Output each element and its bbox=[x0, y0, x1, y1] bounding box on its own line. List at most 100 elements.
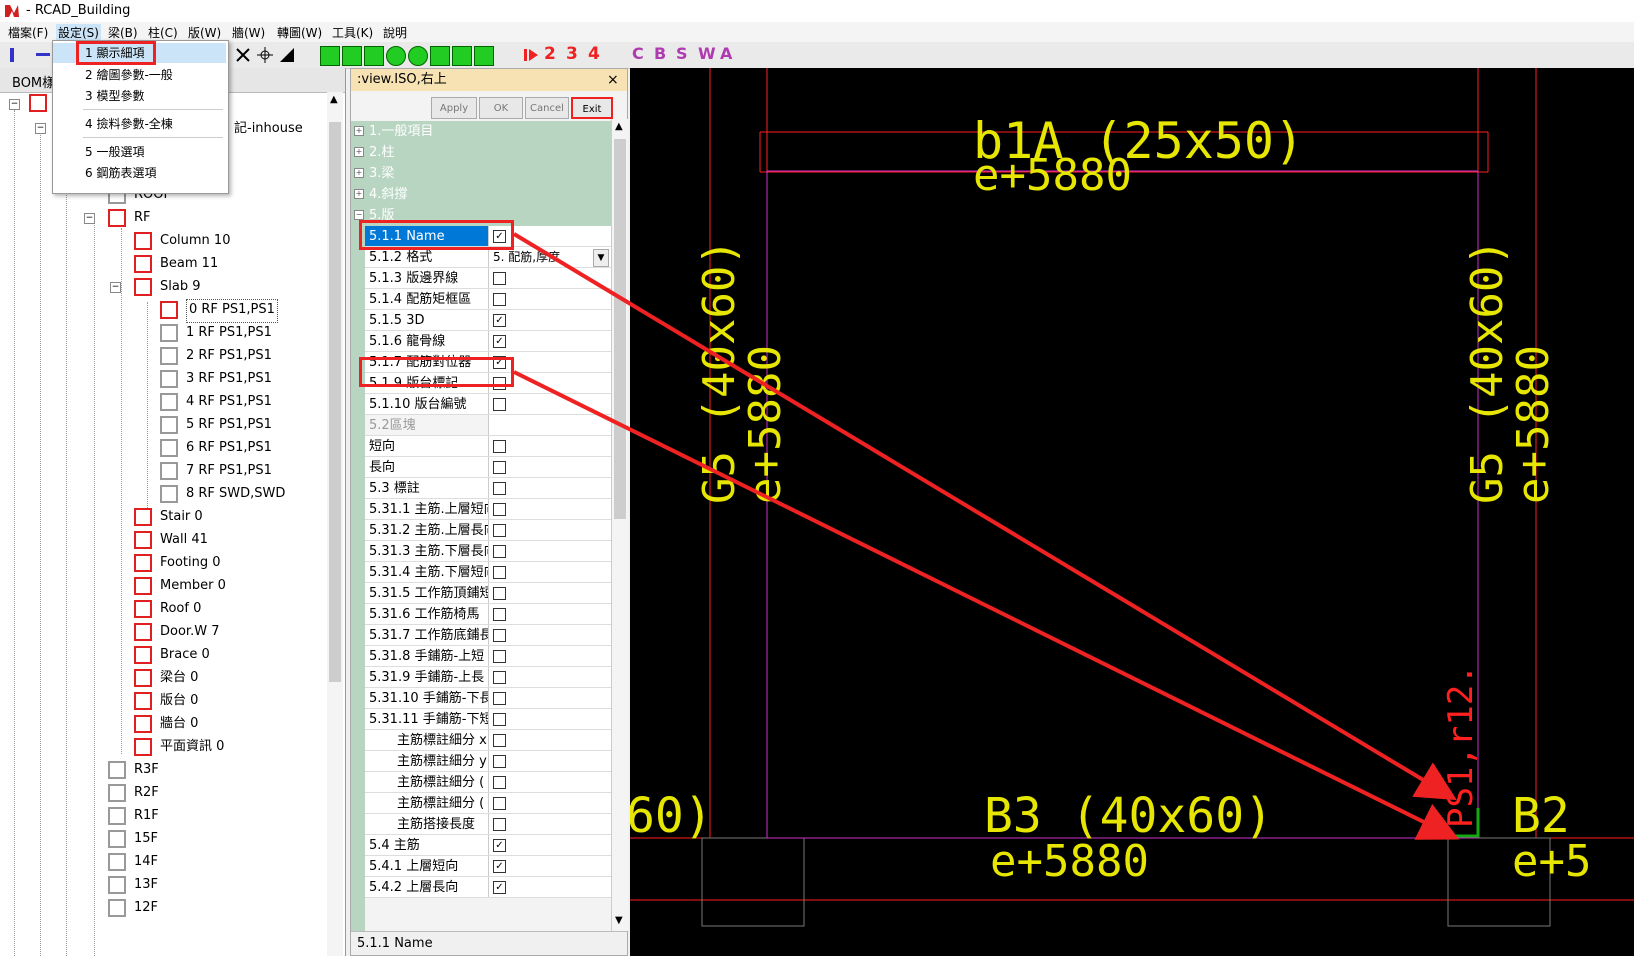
expand-icon[interactable]: + bbox=[354, 126, 364, 136]
property-value[interactable] bbox=[489, 499, 611, 519]
property-value[interactable]: ✓ bbox=[489, 331, 611, 351]
checkbox[interactable] bbox=[493, 608, 506, 621]
property-row[interactable]: 主筋標註細分 x bbox=[365, 730, 611, 751]
cad-canvas[interactable]: b1A (25x50) e+5880 G5 (40x60) e+5880 G5 … bbox=[630, 68, 1634, 956]
property-value[interactable] bbox=[489, 583, 611, 603]
tb-hline-icon[interactable] bbox=[36, 53, 50, 56]
property-value[interactable] bbox=[489, 688, 611, 708]
tree-node-label[interactable]: 3 RF PS1,PS1 bbox=[186, 368, 272, 390]
exit-button[interactable]: Exit bbox=[571, 97, 613, 119]
tb-play-icon[interactable] bbox=[522, 46, 540, 64]
category-row[interactable]: +1.一般項目 bbox=[351, 121, 611, 142]
menu-tools[interactable]: 工具(K) bbox=[332, 24, 373, 41]
property-value[interactable] bbox=[489, 751, 611, 771]
tree-node-label[interactable]: R2F bbox=[134, 782, 159, 804]
expand-icon[interactable]: + bbox=[354, 168, 364, 178]
ok-button[interactable]: OK bbox=[479, 97, 523, 119]
property-value[interactable] bbox=[489, 667, 611, 687]
tree-node-label[interactable]: 版台 0 bbox=[160, 690, 198, 712]
tree-node-label[interactable]: 0 RF PS1,PS1 bbox=[186, 299, 278, 323]
expand-icon[interactable]: − bbox=[354, 210, 364, 220]
tree-node-label[interactable]: 6 RF PS1,PS1 bbox=[186, 437, 272, 459]
tb-vline-icon[interactable] bbox=[10, 48, 14, 62]
tree-node-label[interactable]: 牆台 0 bbox=[160, 713, 198, 735]
checkbox[interactable] bbox=[493, 671, 506, 684]
property-row[interactable]: 5.31.4 主筋.下層短向 bbox=[365, 562, 611, 583]
property-value[interactable] bbox=[489, 604, 611, 624]
apply-button[interactable]: Apply bbox=[431, 97, 477, 119]
tb-green3-icon[interactable] bbox=[364, 46, 384, 66]
tb-4-button[interactable]: 4 bbox=[588, 44, 606, 64]
tree-node-label[interactable]: 梁台 0 bbox=[160, 667, 198, 689]
menu-file[interactable]: 檔案(F) bbox=[8, 24, 48, 41]
property-row[interactable]: 5.3 標註 bbox=[365, 478, 611, 499]
property-row[interactable]: 5.31.10 手鋪筋-下長 bbox=[365, 688, 611, 709]
tree-node-label[interactable]: RF bbox=[134, 207, 151, 229]
property-value[interactable] bbox=[489, 457, 611, 477]
property-row[interactable]: 主筋標註細分 ( bbox=[365, 793, 611, 814]
property-row[interactable]: 5.31.9 手鋪筋-上長 bbox=[365, 667, 611, 688]
checkbox[interactable] bbox=[493, 797, 506, 810]
checkbox[interactable] bbox=[493, 272, 506, 285]
tree-node-label[interactable]: Slab 9 bbox=[160, 276, 201, 298]
property-row[interactable]: 5.4.1 上層短向 ✓ bbox=[365, 856, 611, 877]
dd-item-model-params[interactable]: 3 模型參數 bbox=[53, 86, 226, 106]
property-row[interactable]: 長向 bbox=[365, 457, 611, 478]
tree-node-label[interactable]: Wall 41 bbox=[160, 529, 208, 551]
property-row[interactable]: 主筋搭接長度 bbox=[365, 814, 611, 835]
tree-node-label[interactable]: 8 RF SWD,SWD bbox=[186, 483, 285, 505]
property-row[interactable]: 5.1.4 配筋矩框區 bbox=[365, 289, 611, 310]
property-row[interactable]: 短向 bbox=[365, 436, 611, 457]
menu-help[interactable]: 說明 bbox=[383, 24, 407, 41]
property-value[interactable] bbox=[489, 268, 611, 288]
property-row[interactable]: 5.31.3 主筋.下層長向 bbox=[365, 541, 611, 562]
tree-node-label[interactable]: Brace 0 bbox=[160, 644, 210, 666]
tree-node-label[interactable]: Stair 0 bbox=[160, 506, 203, 528]
property-row[interactable]: 主筋標註細分 y bbox=[365, 751, 611, 772]
close-icon[interactable]: × bbox=[607, 69, 619, 91]
tb-b-button[interactable]: B bbox=[654, 44, 672, 63]
property-row[interactable]: 5.1.10 版台編號 bbox=[365, 394, 611, 415]
checkbox[interactable]: ✓ bbox=[493, 881, 506, 894]
property-value[interactable] bbox=[489, 814, 611, 834]
property-row[interactable]: 5.4.2 上層長向 ✓ bbox=[365, 877, 611, 898]
tree-collapse-icon[interactable]: − bbox=[110, 282, 121, 293]
tree-node-label[interactable]: R1F bbox=[134, 805, 159, 827]
scroll-thumb[interactable] bbox=[614, 139, 626, 519]
checkbox[interactable] bbox=[493, 293, 506, 306]
property-value[interactable] bbox=[489, 394, 611, 414]
property-row[interactable]: 5.31.2 主筋.上層長向 bbox=[365, 520, 611, 541]
property-row[interactable]: 5.31.11 手鋪筋-下短 bbox=[365, 709, 611, 730]
tree-node-label[interactable]: Beam 11 bbox=[160, 253, 218, 275]
tb-a-button[interactable]: A bbox=[720, 44, 738, 63]
scroll-down-icon[interactable]: ▼ bbox=[615, 915, 623, 926]
tree-node-label[interactable]: 7 RF PS1,PS1 bbox=[186, 460, 272, 482]
checkbox[interactable] bbox=[493, 776, 506, 789]
category-row[interactable]: +2.柱 bbox=[351, 142, 611, 163]
tree-node-label[interactable]: 1 RF PS1,PS1 bbox=[186, 322, 272, 344]
tb-3-button[interactable]: 3 bbox=[566, 44, 584, 64]
menu-column[interactable]: 柱(C) bbox=[148, 24, 178, 41]
property-value[interactable] bbox=[489, 793, 611, 813]
checkbox[interactable]: ✓ bbox=[493, 839, 506, 852]
checkbox[interactable] bbox=[493, 482, 506, 495]
checkbox[interactable]: ✓ bbox=[493, 314, 506, 327]
tb-green5-icon[interactable] bbox=[408, 46, 428, 66]
property-row[interactable]: 5.2區塊 bbox=[365, 415, 611, 436]
property-value[interactable] bbox=[489, 772, 611, 792]
tree-node-label[interactable]: 平面資訊 0 bbox=[160, 736, 224, 758]
menu-slab[interactable]: 版(W) bbox=[188, 24, 221, 41]
tree-node-label[interactable]: Footing 0 bbox=[160, 552, 221, 574]
property-value[interactable] bbox=[489, 541, 611, 561]
expand-icon[interactable]: + bbox=[354, 147, 364, 157]
tb-green7-icon[interactable] bbox=[452, 46, 472, 66]
property-value[interactable] bbox=[489, 289, 611, 309]
tree-collapse-icon[interactable]: − bbox=[84, 213, 95, 224]
checkbox[interactable] bbox=[493, 818, 506, 831]
tree-scrollbar[interactable]: ▲ bbox=[327, 92, 343, 956]
checkbox[interactable] bbox=[493, 587, 506, 600]
dd-item-general-options[interactable]: 5 一般選項 bbox=[53, 142, 226, 162]
tb-green4-icon[interactable] bbox=[386, 46, 406, 66]
tree-node-label[interactable]: Door.W 7 bbox=[160, 621, 219, 643]
property-value[interactable]: ✓ bbox=[489, 856, 611, 876]
